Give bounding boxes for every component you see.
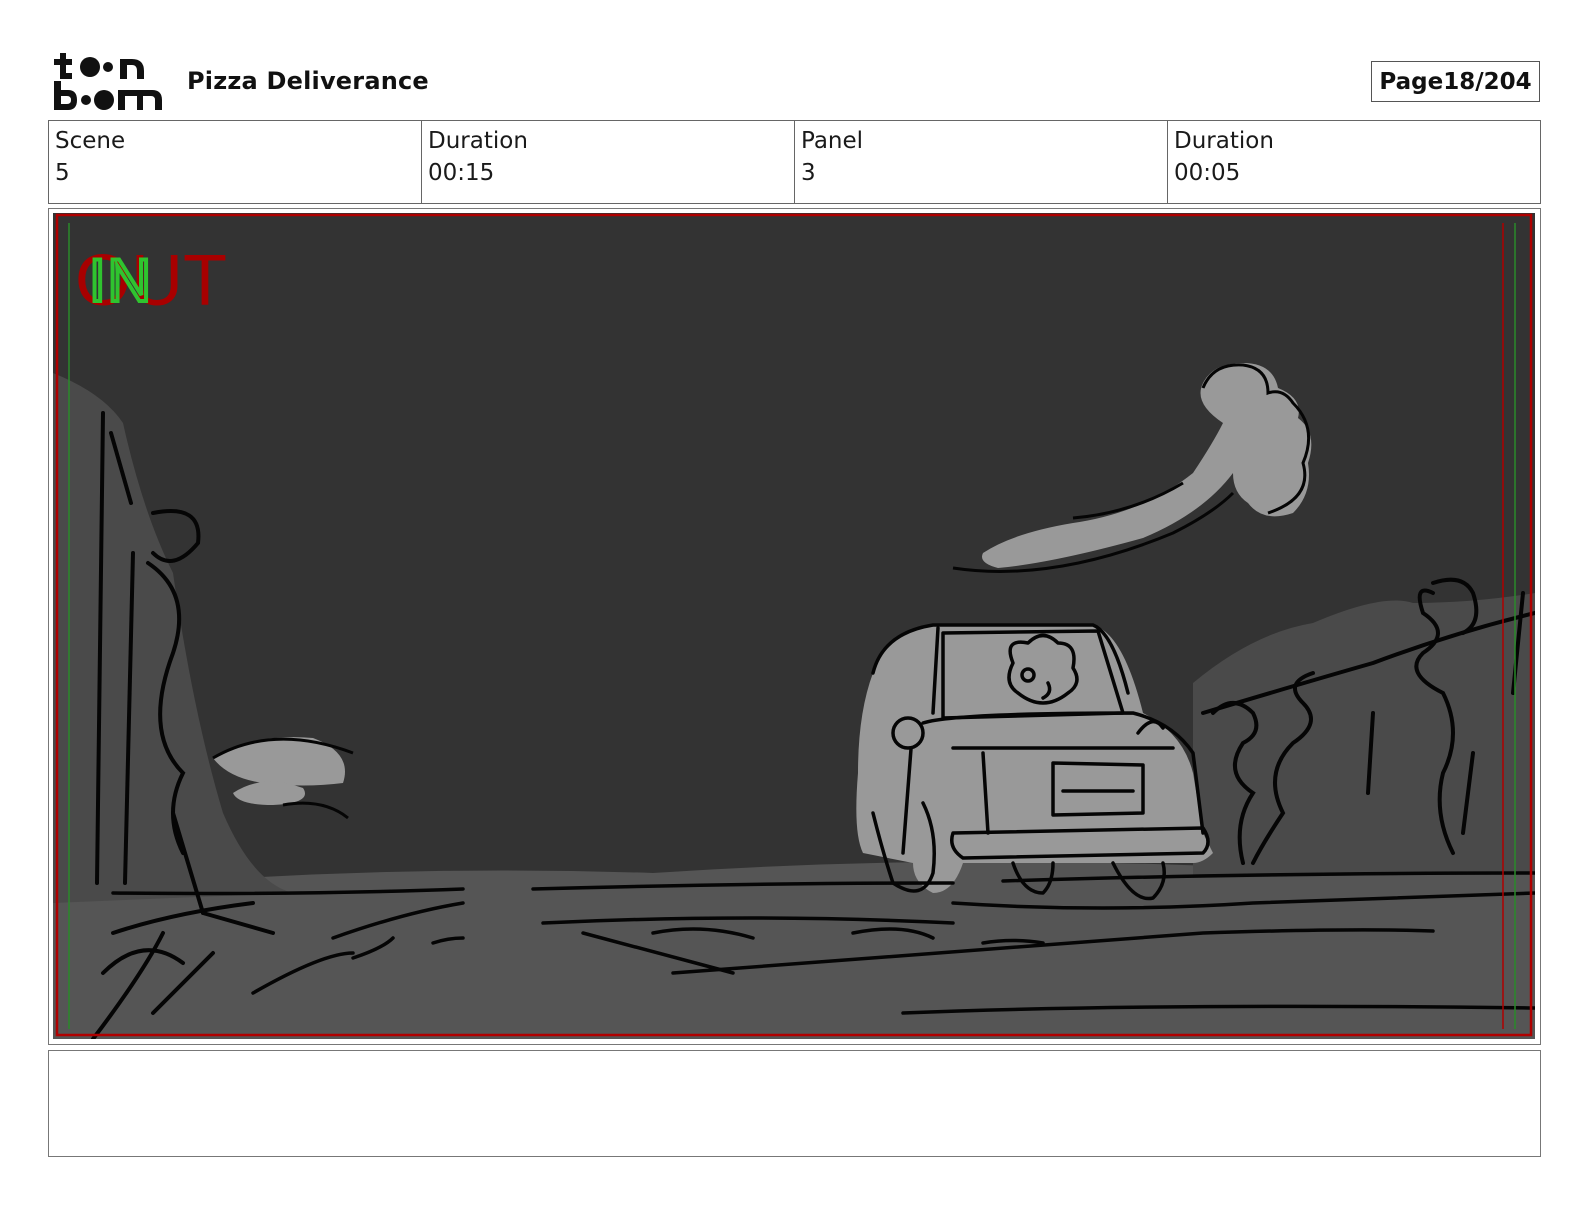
panel-cell: Panel 3 bbox=[795, 121, 1168, 203]
scene-duration-label: Duration bbox=[428, 128, 528, 154]
panel-notes-box[interactable] bbox=[48, 1050, 1541, 1157]
scene-duration-cell: Duration 00:15 bbox=[422, 121, 795, 203]
project-title: Pizza Deliverance bbox=[187, 67, 429, 95]
panel-value: 3 bbox=[801, 160, 816, 186]
scene-cell: Scene 5 bbox=[49, 121, 422, 203]
page-indicator: Page 18/204 bbox=[1371, 61, 1540, 102]
page-label: Page bbox=[1379, 68, 1444, 95]
page-number: 18/204 bbox=[1443, 68, 1532, 95]
overlay-in-label: IN bbox=[89, 247, 151, 314]
panel-duration-cell: Duration 00:05 bbox=[1168, 121, 1540, 203]
panel-info-table: Scene 5 Duration 00:15 Panel 3 Duration … bbox=[48, 120, 1541, 204]
storyboard-sketch: OUT IN bbox=[53, 213, 1535, 1039]
toonboom-logo bbox=[52, 50, 164, 112]
storyboard-panel-frame: OUT IN bbox=[48, 208, 1541, 1045]
scene-value: 5 bbox=[55, 160, 70, 186]
scene-duration-value: 00:15 bbox=[428, 160, 495, 186]
panel-duration-label: Duration bbox=[1174, 128, 1274, 154]
panel-duration-value: 00:05 bbox=[1174, 160, 1241, 186]
scene-label: Scene bbox=[55, 128, 126, 154]
panel-label: Panel bbox=[801, 128, 864, 154]
